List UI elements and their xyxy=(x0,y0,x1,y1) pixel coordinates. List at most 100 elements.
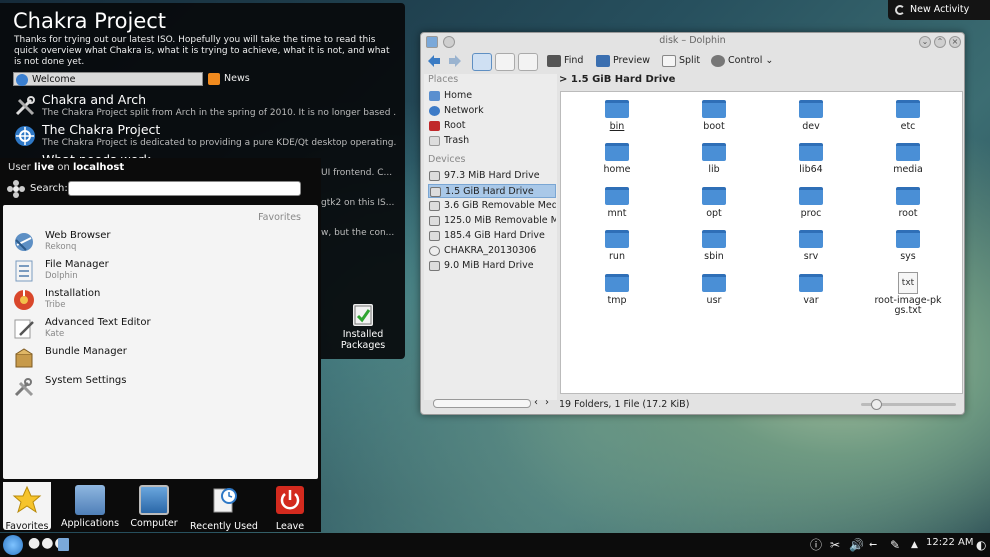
zoom-slider[interactable] xyxy=(861,399,956,410)
places-scrollbar[interactable] xyxy=(433,399,531,408)
clock[interactable]: 12:22 AM xyxy=(926,537,973,548)
place-network[interactable]: Network xyxy=(428,104,556,118)
folder-item[interactable]: dev xyxy=(766,100,856,140)
folder-name: lib xyxy=(708,164,720,175)
app-menu-icon[interactable] xyxy=(3,535,23,555)
split-label: Split xyxy=(679,55,701,66)
device-item[interactable]: 9.0 MiB Hard Drive xyxy=(428,259,556,273)
notifications-icon[interactable]: ⓘ xyxy=(810,537,822,553)
article-chakra-arch[interactable]: Chakra and Arch The Chakra Project split… xyxy=(14,92,399,120)
installed-packages-launcher[interactable]: Installed Packages xyxy=(338,304,388,351)
folder-icon xyxy=(702,230,726,248)
preview-button[interactable]: Preview xyxy=(596,52,650,70)
dashboard-icon[interactable]: ◐ xyxy=(976,537,986,553)
article-chakra-project[interactable]: The Chakra Project The Chakra Project is… xyxy=(14,122,399,150)
tab-favorites[interactable]: Favorites xyxy=(3,482,51,532)
tab-computer[interactable]: Computer xyxy=(120,482,188,530)
folder-item[interactable]: bin xyxy=(572,100,662,140)
folder-item[interactable]: opt xyxy=(669,187,759,227)
folder-item[interactable]: sbin xyxy=(669,230,759,270)
favorite-system-settings[interactable]: System Settings xyxy=(12,372,292,400)
folder-item[interactable]: lib64 xyxy=(766,143,856,183)
article-desc-fragment: w, but the con... xyxy=(321,228,395,238)
preview-label: Preview xyxy=(613,55,650,66)
tab-applications[interactable]: Applications xyxy=(56,482,124,530)
details-view-button[interactable] xyxy=(495,53,515,71)
installation-icon xyxy=(14,290,34,310)
tab-recently-used[interactable]: Recently Used xyxy=(188,482,260,532)
place-trash[interactable]: Trash xyxy=(428,134,556,148)
new-activity-button[interactable]: New Activity xyxy=(888,0,990,20)
folder-item[interactable]: root xyxy=(863,187,953,227)
tab-leave[interactable]: Leave xyxy=(262,482,318,532)
scroll-right-icon[interactable]: › xyxy=(545,397,549,408)
device-item[interactable]: 97.3 MiB Hard Drive xyxy=(428,169,556,183)
split-button[interactable]: Split xyxy=(662,52,700,70)
folder-name: dev xyxy=(802,121,820,132)
favorite-file-manager[interactable]: File Manager Dolphin xyxy=(12,256,292,284)
control-button[interactable]: Control ⌄ xyxy=(711,52,773,70)
split-icon xyxy=(662,54,676,67)
folder-item[interactable]: sys xyxy=(863,230,953,270)
folder-item[interactable]: mnt xyxy=(572,187,662,227)
device-label: 97.3 MiB Hard Drive xyxy=(444,170,540,181)
scroll-left-icon[interactable]: ‹ xyxy=(534,397,538,408)
web-browser-icon xyxy=(15,233,33,251)
folder-item[interactable]: media xyxy=(863,143,953,183)
folder-item[interactable]: etc xyxy=(863,100,953,140)
disc-icon xyxy=(429,246,440,256)
search-input[interactable] xyxy=(68,181,301,196)
folder-item[interactable]: proc xyxy=(766,187,856,227)
zoom-slider-handle[interactable] xyxy=(871,399,882,410)
folder-icon xyxy=(605,187,629,205)
device-item[interactable]: 185.4 GiB Hard Drive xyxy=(428,229,556,243)
folder-item[interactable]: boot xyxy=(669,100,759,140)
favorite-sub: Rekonq xyxy=(45,242,77,252)
folder-item[interactable]: usr xyxy=(669,274,759,314)
folder-item[interactable]: home xyxy=(572,143,662,183)
folder-item[interactable]: lib xyxy=(669,143,759,183)
device-item[interactable]: 3.6 GiB Removable Media xyxy=(428,199,556,213)
back-arrow-icon[interactable] xyxy=(427,54,441,68)
folder-item[interactable]: var xyxy=(766,274,856,314)
favorite-web-browser[interactable]: Web Browser Rekonq xyxy=(12,227,292,255)
folder-item[interactable]: tmp xyxy=(572,274,662,314)
folder-icon xyxy=(896,143,920,161)
forward-arrow-icon[interactable] xyxy=(448,54,462,68)
folder-icon xyxy=(896,187,920,205)
breadcrumb[interactable]: > 1.5 GiB Hard Drive xyxy=(559,74,675,85)
favorite-name: Advanced Text Editor xyxy=(45,317,151,328)
place-root[interactable]: Root xyxy=(428,119,556,133)
favorite-text-editor[interactable]: Advanced Text Editor Kate xyxy=(12,314,292,342)
tab-computer-label: Computer xyxy=(130,518,178,529)
network-tools-icon[interactable]: ✎ xyxy=(890,537,900,553)
folder-item[interactable]: srv xyxy=(766,230,856,270)
user-prefix: User xyxy=(8,162,31,173)
usb-icon[interactable]: ⭠ xyxy=(869,537,877,553)
file-item[interactable]: txt root-image-pkgs.txt xyxy=(863,272,953,316)
text-file-icon: txt xyxy=(898,272,918,294)
user-info: User live on localhost xyxy=(8,162,124,173)
maximize-button[interactable]: ⌃ xyxy=(934,36,946,48)
user-name: live xyxy=(33,162,55,173)
folder-item[interactable]: run xyxy=(572,230,662,270)
find-button[interactable]: Find xyxy=(547,52,583,70)
icons-view-button[interactable] xyxy=(472,53,492,71)
device-item[interactable]: CHAKRA_20130306 xyxy=(428,244,556,258)
folder-name: usr xyxy=(706,295,722,306)
tab-welcome[interactable]: Welcome xyxy=(13,72,203,86)
folder-name: boot xyxy=(703,121,725,132)
device-item[interactable]: 125.0 MiB Removable Me xyxy=(428,214,556,228)
place-home[interactable]: Home xyxy=(428,89,556,103)
tray-expand-icon[interactable]: ▲ xyxy=(911,537,918,553)
close-button[interactable]: × xyxy=(949,36,961,48)
favorite-bundle-manager[interactable]: Bundle Manager xyxy=(12,343,292,371)
tab-news[interactable]: News xyxy=(206,72,396,86)
columns-view-button[interactable] xyxy=(518,53,538,71)
favorite-installation[interactable]: Installation Tribe xyxy=(12,285,292,313)
minimize-button[interactable]: ⌄ xyxy=(919,36,931,48)
task-dolphin-icon[interactable] xyxy=(58,538,69,551)
device-item-selected[interactable]: 1.5 GiB Hard Drive xyxy=(428,184,556,198)
volume-icon[interactable]: 🔊 xyxy=(849,537,864,553)
klipper-scissors-icon[interactable]: ✂ xyxy=(830,537,840,553)
